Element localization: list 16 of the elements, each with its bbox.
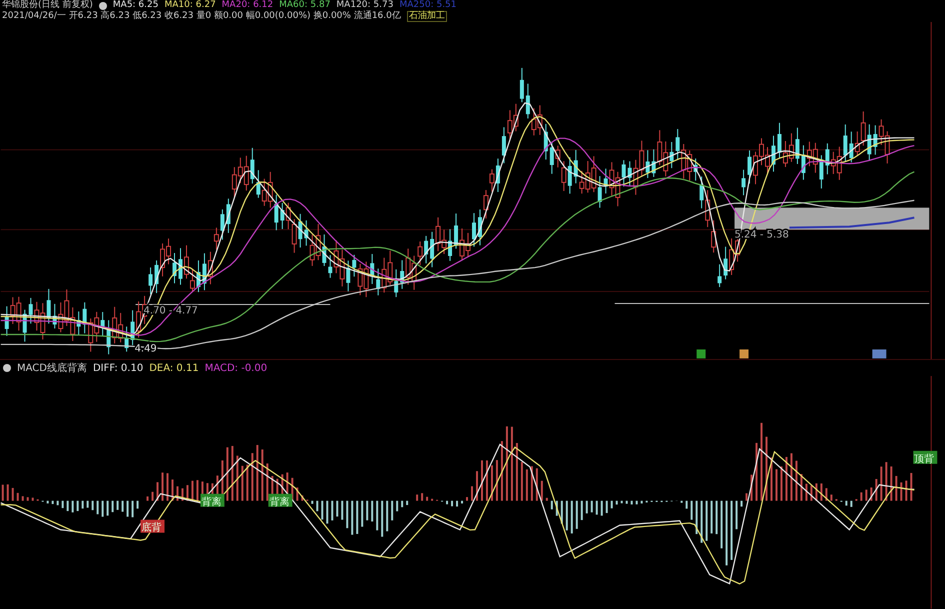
moving-average-reading: MA60: 5.87 — [279, 0, 330, 10]
indicator-reading: DEA: 0.11 — [149, 362, 199, 374]
moving-average-reading: MA250: 5.51 — [399, 0, 457, 10]
indicator-reading: DIFF: 0.10 — [92, 362, 144, 374]
moving-average-reading: MA20: 6.12 — [222, 0, 274, 10]
divergence-tag: 底背 — [140, 520, 165, 534]
indicator-title: MACD线底背离 — [17, 362, 87, 376]
divergence-tag: 顶背 — [913, 451, 938, 466]
moving-average-reading: MA120: 5.73 — [336, 0, 394, 10]
moving-average-reading: MA5: 6.25 — [112, 0, 158, 11]
quote-info: 2021/04/26/一 开6.23 高6.23 低6.23 收6.23 量0 额0.00 幅0.00(0.00%) 换0.00% 流通16.0亿 — [2, 11, 401, 22]
sector-tag: 石油加工 — [406, 11, 447, 22]
divergence-tag: 背离 — [268, 494, 292, 508]
moving-average-reading: MA10: 6.27 — [164, 0, 216, 10]
indicator-reading: MACD: -0.00 — [204, 362, 268, 374]
divergence-tag: 背离 — [200, 494, 224, 508]
